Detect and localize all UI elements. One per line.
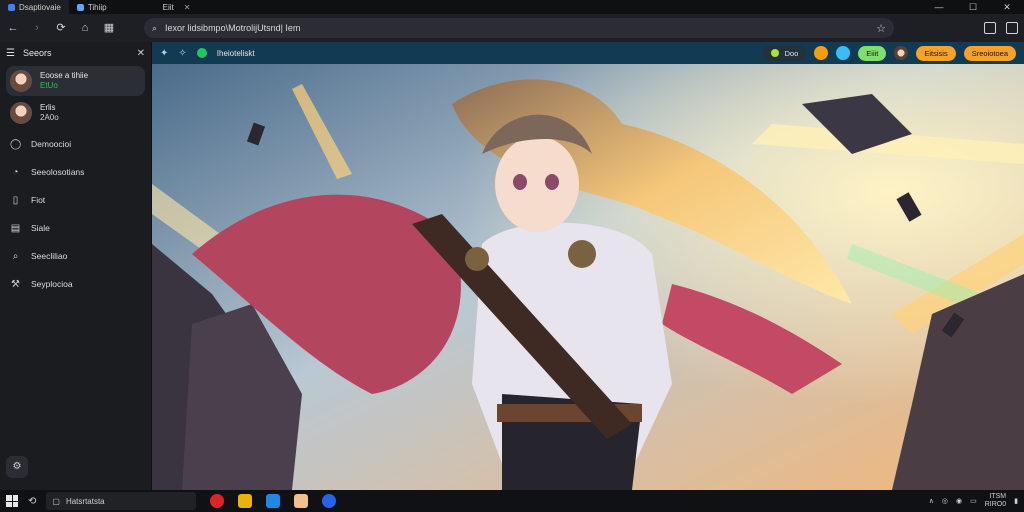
sidebar-item-label: Seyplocioa — [31, 279, 73, 289]
taskbar-search[interactable]: ▢ Hatsrtatsta — [46, 492, 197, 510]
forward-arrow-icon[interactable]: › — [30, 21, 44, 35]
sidebar-item-4[interactable]: ▤ Siale — [0, 214, 151, 242]
sidebar-item-label: Siale — [31, 223, 50, 233]
settings-gear-icon[interactable]: ✧ — [178, 48, 186, 59]
sidebar: ☰ Seeors ✕ Eoose a tihiie EtUo Erlis 2A0… — [0, 42, 152, 490]
address-bar[interactable]: ⌕ Iexor lidsibmpo\MotrolijUtsnd| Iem ☆ — [144, 18, 894, 38]
status-pill-label: Doo — [784, 48, 799, 58]
orange-action-button-2[interactable]: Sreoiotoea — [963, 45, 1016, 61]
sparkle-icon[interactable]: ✦ — [160, 48, 168, 59]
tab-label: Eiit — [162, 2, 174, 12]
app-opera-icon[interactable] — [210, 494, 225, 508]
sidebar-header: ☰ Seeors ✕ — [0, 42, 151, 64]
tab-3[interactable]: Eiit ✕ — [155, 0, 199, 14]
clock-icon: ◔ — [12, 166, 19, 178]
search-icon: ▢ — [52, 496, 60, 506]
site-header: ✦ ✧ Iheioteliskt Doo Eiiit Eitsisis Sreo… — [152, 42, 1024, 64]
bookmark-star-icon[interactable]: ☆ — [876, 22, 886, 35]
tab-label: Dsaptiovaie — [19, 2, 61, 12]
close-sidebar-icon[interactable]: ✕ — [137, 48, 145, 59]
chat-status: EtUo — [40, 81, 58, 90]
start-windows-icon[interactable] — [6, 495, 18, 507]
app-yellow-icon[interactable] — [238, 494, 253, 508]
chat-icon: ◯ — [10, 138, 22, 150]
search-icon: ⌕ — [12, 250, 19, 262]
clock-time: ITSM — [989, 493, 1007, 500]
system-tray: ∧ ◎ ◉ ▭ ITSM RIRO0 ▮ — [929, 493, 1018, 509]
avatar — [10, 70, 32, 92]
site-name: Iheioteliskt — [216, 48, 255, 58]
notifications-icon[interactable]: ▮ — [1014, 497, 1018, 505]
app-folder-icon[interactable] — [294, 494, 309, 508]
green-action-button[interactable]: Eiiit — [858, 45, 887, 61]
sidebar-item-3[interactable]: ▯ Fiot — [0, 186, 151, 214]
sidebar-item-5[interactable]: ⌕ Seecliliao — [0, 242, 151, 270]
orange-action-button-1[interactable]: Eitsisis — [916, 45, 956, 61]
site-info-icon[interactable]: ⌕ — [152, 23, 157, 34]
chevron-up-icon[interactable]: ∧ — [929, 497, 934, 505]
close-window-icon[interactable]: ✕ — [990, 0, 1024, 14]
tab-2[interactable]: Tihiip — [69, 0, 115, 14]
anime-artwork-image — [152, 64, 1024, 490]
close-tab-icon[interactable]: ✕ — [184, 3, 191, 12]
sidebar-item-label: Fiot — [31, 195, 46, 205]
minimize-icon[interactable]: — — [922, 0, 956, 14]
extensions-icon[interactable]: ▦ — [102, 21, 116, 35]
reload-icon[interactable]: ⟳ — [54, 21, 68, 35]
sidebar-item-label: Seeolosotians — [31, 167, 85, 177]
settings-icon[interactable]: ⚙ — [6, 456, 28, 478]
taskbar-apps — [210, 494, 337, 508]
chat-name: Erlis — [40, 103, 56, 112]
chat-status: 2A0o — [40, 113, 59, 122]
clock[interactable]: ITSM RIRO0 — [985, 493, 1006, 509]
maximize-icon[interactable]: ☐ — [956, 0, 990, 14]
status-pill[interactable]: Doo — [762, 45, 807, 61]
tab-search-icon[interactable] — [984, 22, 996, 34]
url-text: Iexor lidsibmpo\MotrolijUtsnd| Iem — [165, 23, 301, 33]
battery-icon[interactable]: ▭ — [970, 497, 977, 505]
coin-icon[interactable] — [814, 46, 829, 60]
chat-item-2[interactable]: Erlis 2A0o — [6, 98, 145, 128]
chat-item-1[interactable]: Eoose a tihiie EtUo — [6, 66, 145, 96]
sidebar-item-2[interactable]: ◔ Seeolosotians — [0, 158, 151, 186]
tab-label: Tihiip — [87, 2, 107, 12]
sidebar-item-label: Demoocioi — [31, 139, 72, 149]
sidebar-item-label: Seecliliao — [31, 251, 68, 261]
home-icon[interactable]: ⌂ — [78, 21, 92, 35]
site-actions: Doo Eiiit Eitsisis Sreoiotoea — [762, 45, 1016, 61]
tab-1[interactable]: Dsaptiovaie — [0, 0, 69, 14]
doc-icon: ▤ — [10, 222, 21, 234]
browser-toolbar: ← › ⟳ ⌂ ▦ ⌕ Iexor lidsibmpo\MotrolijUtsn… — [0, 14, 1024, 42]
app-edge-icon[interactable] — [322, 494, 337, 508]
sidebar-item-6[interactable]: ⚒ Seyplocioa — [0, 270, 151, 298]
back-arrow-icon[interactable]: ← — [6, 21, 20, 35]
taskbar: ⟲ ▢ Hatsrtatsta ∧ ◎ ◉ ▭ ITSM RIRO0 ▮ — [0, 490, 1024, 512]
network-icon[interactable]: ◎ — [942, 497, 948, 505]
status-dot-icon — [770, 49, 779, 57]
menu-icon[interactable]: ☰ — [6, 48, 15, 59]
tab-strip: Dsaptiovaie Tihiip Eiit ✕ — ☐ ✕ — [0, 0, 1024, 14]
bookmark-icon: ▯ — [12, 194, 19, 206]
sidebar-item-1[interactable]: ◯ Demoocioi — [0, 130, 151, 158]
window-controls: — ☐ ✕ — [922, 0, 1024, 14]
wrench-icon: ⚒ — [11, 278, 20, 290]
clock-date: RIRO0 — [984, 501, 1007, 508]
tab-favicon-icon — [8, 3, 15, 11]
sidebar-title: Seeors — [22, 48, 52, 58]
avatar — [10, 102, 32, 124]
user-avatar[interactable] — [894, 46, 909, 60]
main-content: ✦ ✧ Iheioteliskt Doo Eiiit Eitsisis Sreo… — [152, 42, 1024, 490]
desktop: Dsaptiovaie Tihiip Eiit ✕ — ☐ ✕ ← › ⟳ ⌂ … — [0, 0, 1024, 512]
toolbar-right — [984, 22, 1018, 34]
app-store-icon[interactable] — [266, 494, 281, 508]
task-view-icon[interactable]: ⟲ — [28, 496, 36, 507]
profile-icon[interactable] — [1006, 22, 1018, 34]
taskbar-search-text: Hatsrtatsta — [65, 496, 105, 506]
volume-icon[interactable]: ◉ — [956, 497, 962, 505]
tab-favicon-icon — [76, 3, 84, 11]
chat-name: Eoose a tihiie — [40, 71, 89, 80]
bird-icon[interactable] — [836, 46, 851, 60]
site-logo-icon — [196, 48, 207, 58]
